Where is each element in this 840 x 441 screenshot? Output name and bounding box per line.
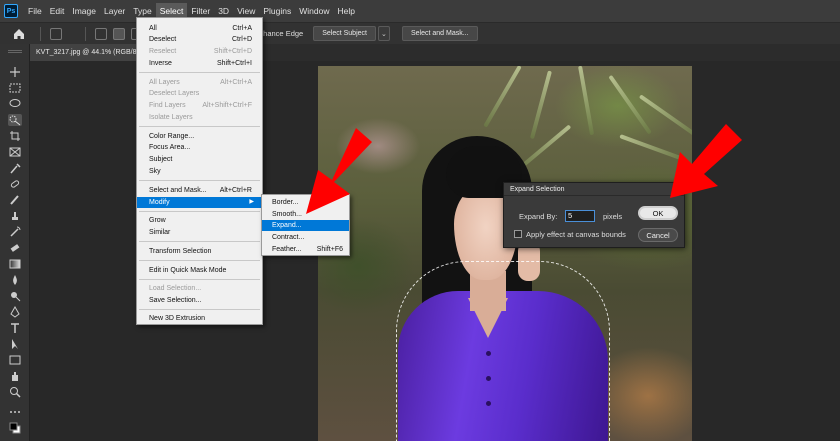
zoom-tool-icon[interactable] <box>8 386 22 398</box>
cancel-button[interactable]: Cancel <box>638 228 678 242</box>
menu-window[interactable]: Window <box>295 3 333 19</box>
menu-item-new-3d-extrusion[interactable]: New 3D Extrusion <box>137 313 262 324</box>
history-brush-icon[interactable] <box>8 226 22 238</box>
eyedropper-tool-icon[interactable] <box>8 162 22 174</box>
submenu-item-expand[interactable]: Expand... <box>262 220 349 231</box>
select-menu-dropdown: All Ctrl+A Deselect Ctrl+D Reselect Shift+C… <box>136 17 263 325</box>
submenu-arrow-icon: ▶ <box>249 199 254 205</box>
options-divider <box>40 26 41 41</box>
lasso-tool-icon[interactable] <box>8 98 22 110</box>
ok-button[interactable]: OK <box>638 206 678 220</box>
dodge-tool-icon[interactable] <box>8 290 22 302</box>
options-bar: Enhance Edge Select Subject ⌄ Select and… <box>0 22 840 44</box>
menu-item-transform-selection[interactable]: Transform Selection <box>137 246 262 257</box>
expand-by-input[interactable]: 5 <box>565 210 595 222</box>
chevron-down-icon[interactable]: ⌄ <box>377 26 390 41</box>
menu-layer[interactable]: Layer <box>100 3 129 19</box>
foreground-background-colors-icon[interactable] <box>8 422 22 434</box>
menu-separator <box>139 279 260 280</box>
menu-item-subject[interactable]: Subject <box>137 154 262 165</box>
document-tab[interactable]: KVT_3217.jpg @ 44.1% (RGB/8) <box>30 44 150 61</box>
menu-item-deselect[interactable]: Deselect Ctrl+D <box>137 34 262 45</box>
photoshop-logo-icon: Ps <box>4 4 18 18</box>
type-tool-icon[interactable] <box>8 322 22 334</box>
more-tools-icon[interactable] <box>8 406 22 418</box>
marquee-tool-icon[interactable] <box>8 82 22 94</box>
menu-item-select-and-mask[interactable]: Select and Mask... Alt+Ctrl+R <box>137 185 262 196</box>
bamboo-leaf <box>608 74 652 135</box>
brush-tool-icon[interactable] <box>8 194 22 206</box>
select-and-mask-button[interactable]: Select and Mask... <box>401 26 478 41</box>
menu-separator <box>139 211 260 212</box>
menu-separator <box>139 241 260 242</box>
menu-separator <box>139 260 260 261</box>
options-divider <box>85 26 86 41</box>
menu-bar: Ps File Edit Image Layer Type Select Fil… <box>0 0 840 22</box>
menu-separator <box>139 180 260 181</box>
healing-brush-icon[interactable] <box>8 178 22 190</box>
canvas-bounds-label: Apply effect at canvas bounds <box>526 230 626 239</box>
eraser-tool-icon[interactable] <box>8 242 22 254</box>
tools-panel <box>0 44 30 441</box>
frame-tool-icon[interactable] <box>8 146 22 158</box>
clone-stamp-icon[interactable] <box>8 210 22 222</box>
expand-by-label: Expand By: <box>519 212 558 221</box>
add-to-selection-brush-icon[interactable] <box>113 27 125 40</box>
bamboo-leaf <box>483 66 522 128</box>
move-tool-icon[interactable] <box>8 66 22 78</box>
menu-item-deselect-layers[interactable]: Deselect Layers <box>137 88 262 99</box>
panel-grip-icon[interactable] <box>8 50 22 53</box>
canvas-bounds-checkbox[interactable] <box>514 230 522 238</box>
gradient-tool-icon[interactable] <box>8 258 22 270</box>
new-selection-brush-icon[interactable] <box>95 27 107 40</box>
menu-separator <box>139 309 260 310</box>
menu-item-isolate-layers[interactable]: Isolate Layers <box>137 112 262 123</box>
menu-separator <box>139 72 260 73</box>
submenu-item-feather[interactable]: Feather... Shift+F6 <box>262 244 349 255</box>
menu-item-quick-mask[interactable]: Edit in Quick Mask Mode <box>137 265 262 276</box>
menu-item-similar[interactable]: Similar <box>137 227 262 238</box>
hand-tool-icon[interactable] <box>8 370 22 382</box>
pen-tool-icon[interactable] <box>8 305 22 318</box>
menu-item-sky[interactable]: Sky <box>137 166 262 177</box>
menu-item-find-layers[interactable]: Find Layers Alt+Shift+Ctrl+F <box>137 100 262 111</box>
menu-plugins[interactable]: Plugins <box>259 3 295 19</box>
blur-tool-icon[interactable] <box>8 274 22 286</box>
menu-file[interactable]: File <box>24 3 46 19</box>
menu-help[interactable]: Help <box>333 3 358 19</box>
menu-edit[interactable]: Edit <box>46 3 69 19</box>
menu-item-reselect[interactable]: Reselect Shift+Ctrl+D <box>137 46 262 57</box>
path-selection-icon[interactable] <box>8 338 22 350</box>
selection-marching-ants <box>396 261 610 441</box>
bamboo-leaf <box>529 70 552 140</box>
menu-image[interactable]: Image <box>68 3 100 19</box>
annotation-arrow-icon <box>306 128 372 214</box>
annotation-arrow-icon <box>670 124 742 198</box>
crop-tool-icon[interactable] <box>8 130 22 142</box>
bamboo-leaf <box>578 66 595 136</box>
menu-item-load-selection[interactable]: Load Selection... <box>137 283 262 294</box>
menu-separator <box>139 126 260 127</box>
home-icon[interactable] <box>12 27 26 41</box>
menu-item-all[interactable]: All Ctrl+A <box>137 23 262 34</box>
menu-item-color-range[interactable]: Color Range... <box>137 131 262 142</box>
rectangle-tool-icon[interactable] <box>8 354 22 366</box>
quick-selection-tool-icon[interactable] <box>50 27 62 40</box>
menu-item-modify[interactable]: Modify ▶ <box>137 197 262 208</box>
menu-item-inverse[interactable]: Inverse Shift+Ctrl+I <box>137 58 262 69</box>
dialog-title: Expand Selection <box>504 183 684 196</box>
tool-preset-dropdown-icon[interactable] <box>68 28 76 40</box>
menu-item-focus-area[interactable]: Focus Area... <box>137 142 262 153</box>
menu-item-save-selection[interactable]: Save Selection... <box>137 295 262 306</box>
document-image[interactable] <box>318 66 692 441</box>
menu-item-grow[interactable]: Grow <box>137 215 262 226</box>
unit-label: pixels <box>603 212 623 221</box>
submenu-item-contract[interactable]: Contract... <box>262 232 349 243</box>
quick-selection-tool-icon[interactable] <box>8 114 22 126</box>
menu-item-all-layers[interactable]: All Layers Alt+Ctrl+A <box>137 77 262 88</box>
select-subject-button[interactable]: Select Subject <box>313 26 376 41</box>
